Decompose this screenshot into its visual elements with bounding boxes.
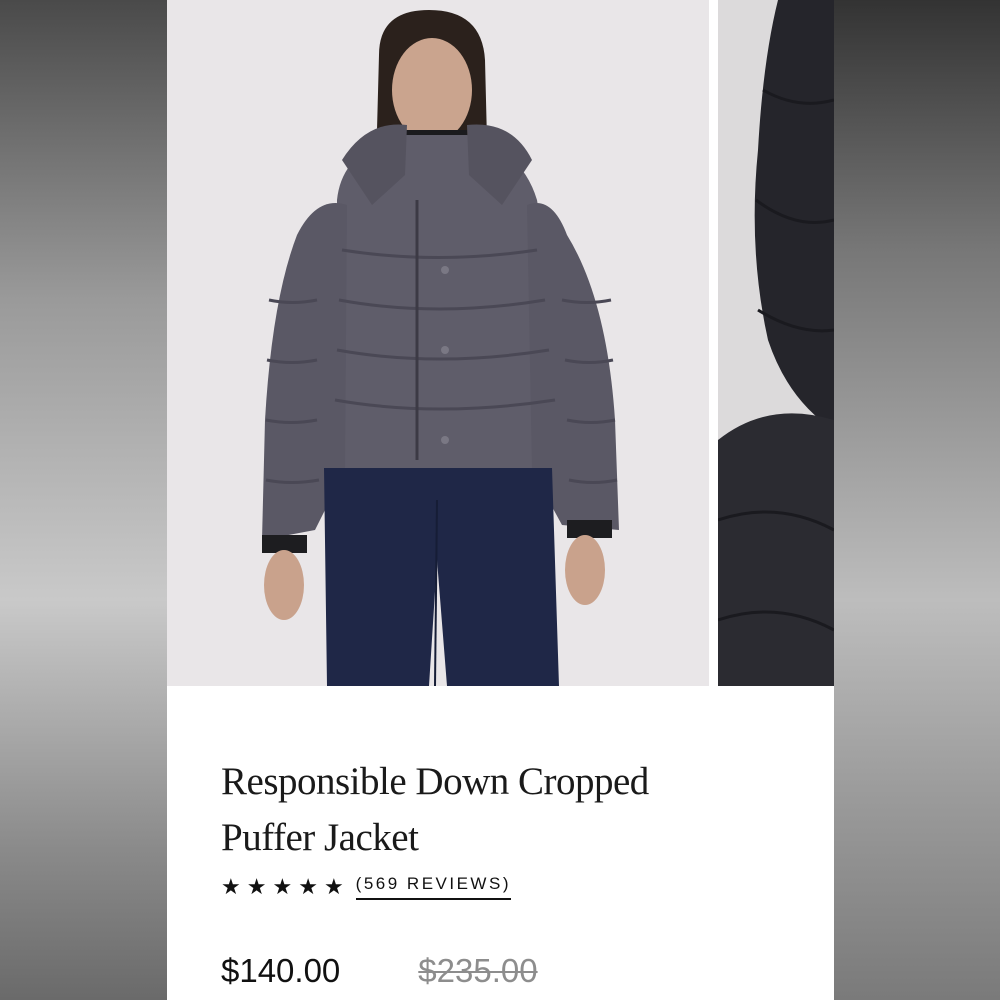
product-rating: ★ ★ ★ ★ ★ (569 REVIEWS) [221, 874, 511, 900]
blurred-background-left [0, 0, 167, 1000]
star-icon: ★ [323, 874, 344, 899]
product-page: Responsible Down Cropped Puffer Jacket ★ … [167, 0, 834, 1000]
star-icon: ★ [221, 874, 241, 899]
reviews-link[interactable]: (569 REVIEWS) [355, 874, 511, 900]
price-row: $140.00 $235.00 [221, 952, 538, 990]
star-icon: ★ [272, 874, 293, 899]
star-icon: ★ [298, 874, 318, 899]
product-image-gallery[interactable] [167, 0, 834, 686]
original-price: $235.00 [418, 952, 538, 989]
product-title-line-1: Responsible Down Cropped [221, 760, 649, 803]
product-title-line-2: Puffer Jacket [221, 816, 419, 859]
blurred-background-right [834, 0, 1000, 1000]
product-info: Responsible Down Cropped Puffer Jacket ★ … [167, 686, 834, 1000]
sale-price: $140.00 [221, 952, 341, 989]
star-icon: ★ [246, 874, 267, 899]
product-photo-main[interactable] [167, 0, 709, 686]
product-title: Responsible Down Cropped Puffer Jacket [221, 754, 761, 866]
product-photo-hood-detail[interactable] [718, 0, 834, 686]
rating-stars: ★ ★ ★ ★ ★ [221, 876, 344, 898]
